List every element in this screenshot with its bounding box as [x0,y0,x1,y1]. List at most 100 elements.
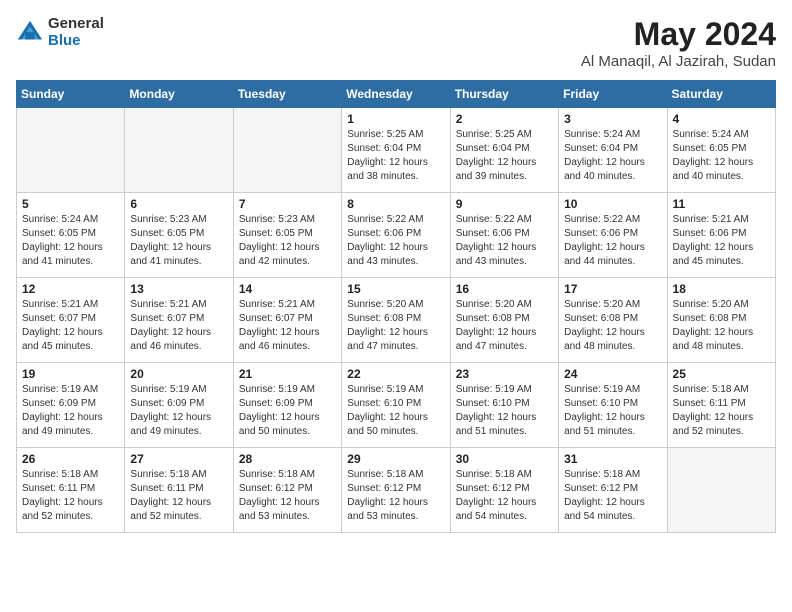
day-number: 24 [564,367,661,381]
calendar-cell [233,108,341,193]
day-info: Sunrise: 5:18 AMSunset: 6:12 PMDaylight:… [564,468,661,524]
day-info: Sunrise: 5:21 AMSunset: 6:07 PMDaylight:… [130,298,227,354]
calendar-cell: 19 Sunrise: 5:19 AMSunset: 6:09 PMDayligh… [17,363,125,448]
logo-icon [16,19,44,47]
day-number: 26 [22,452,119,466]
week-row-2: 5Sunrise: 5:24 AMSunset: 6:05 PMDaylight… [17,193,776,278]
calendar-cell: 7 Sunrise: 5:23 AMSunset: 6:05 PMDaylight… [233,193,341,278]
day-number: 12 [22,282,119,296]
day-number: 21 [239,367,336,381]
page-header: General Blue May 2024 Al Manaqil, Al Jaz… [16,16,776,70]
day-info: Sunrise: 5:18 AMSunset: 6:12 PMDaylight:… [456,468,553,524]
day-info: Sunrise: 5:24 AMSunset: 6:05 PMDaylight:… [673,128,770,184]
calendar-cell: 27 Sunrise: 5:18 AMSunset: 6:11 PMDayligh… [125,448,233,533]
day-number: 18 [673,282,770,296]
calendar-cell: 28Sunrise: 5:18 AMSunset: 6:12 PMDayligh… [233,448,341,533]
calendar-cell: 12Sunrise: 5:21 AMSunset: 6:07 PMDayligh… [17,278,125,363]
calendar-cell: 17Sunrise: 5:20 AMSunset: 6:08 PMDayligh… [559,278,667,363]
calendar-cell: 20 Sunrise: 5:19 AMSunset: 6:09 PMDayligh… [125,363,233,448]
calendar-cell: 4 Sunrise: 5:24 AMSunset: 6:05 PMDaylight… [667,108,775,193]
day-info: Sunrise: 5:20 AMSunset: 6:08 PMDaylight:… [456,298,553,354]
day-number: 9 [456,197,553,211]
day-info: Sunrise: 5:18 AMSunset: 6:11 PMDaylight:… [130,468,227,524]
day-info: Sunrise: 5:18 AMSunset: 6:12 PMDaylight:… [347,468,444,524]
calendar-cell: 22 Sunrise: 5:19 AMSunset: 6:10 PMDayligh… [342,363,450,448]
day-number: 25 [673,367,770,381]
week-row-5: 26 Sunrise: 5:18 AMSunset: 6:11 PMDayligh… [17,448,776,533]
calendar-cell: 24 Sunrise: 5:19 AMSunset: 6:10 PMDayligh… [559,363,667,448]
day-header-wednesday: Wednesday [342,81,450,108]
day-header-thursday: Thursday [450,81,558,108]
calendar-cell: 30 Sunrise: 5:18 AMSunset: 6:12 PMDayligh… [450,448,558,533]
day-number: 1 [347,112,444,126]
day-number: 27 [130,452,227,466]
calendar-cell: 9 Sunrise: 5:22 AMSunset: 6:06 PMDaylight… [450,193,558,278]
day-info: Sunrise: 5:25 AMSunset: 6:04 PMDaylight:… [347,128,444,184]
week-row-3: 12 Sunrise: 5:21 AMSunset: 6:07 PMDayligh… [17,278,776,363]
day-number: 19 [22,367,119,381]
day-info: Sunrise: 5:23 AMSunset: 6:05 PMDaylight:… [130,213,227,269]
day-number: 29 [347,452,444,466]
day-header-monday: Monday [125,81,233,108]
day-info: Sunrise: 5:22 AMSunset: 6:06 PMDaylight:… [456,213,553,269]
day-info: Sunrise: 5:19 AMSunset: 6:09 PMDaylight:… [239,383,336,439]
calendar-cell: 14Sunrise: 5:21 AMSunset: 6:07 PMDayligh… [233,278,341,363]
day-number: 31 [564,452,661,466]
day-info: Sunrise: 5:25 AMSunset: 6:04 PMDaylight:… [456,128,553,184]
calendar-cell [125,108,233,193]
calendar-cell: 18Sunrise: 5:20 AMSunset: 6:08 PMDayligh… [667,278,775,363]
calendar-cell: 15 Sunrise: 5:20 AMSunset: 6:08 PMDayligh… [342,278,450,363]
day-info: Sunrise: 5:19 AMSunset: 6:10 PMDaylight:… [564,383,661,439]
day-number: 11 [673,197,770,211]
day-number: 15 [347,282,444,296]
day-number: 7 [239,197,336,211]
calendar-cell: 21 Sunrise: 5:19 AMSunset: 6:09 PMDayligh… [233,363,341,448]
day-number: 13 [130,282,227,296]
day-number: 2 [456,112,553,126]
day-info: Sunrise: 5:23 AMSunset: 6:05 PMDaylight:… [239,213,336,269]
day-info: Sunrise: 5:18 AMSunset: 6:11 PMDaylight:… [22,468,119,524]
day-info: Sunrise: 5:20 AMSunset: 6:08 PMDaylight:… [347,298,444,354]
day-number: 16 [456,282,553,296]
day-number: 14 [239,282,336,296]
day-info: Sunrise: 5:21 AMSunset: 6:06 PMDaylight:… [673,213,770,269]
day-info: Sunrise: 5:19 AMSunset: 6:10 PMDaylight:… [347,383,444,439]
day-number: 30 [456,452,553,466]
day-number: 23 [456,367,553,381]
calendar-cell: 31 Sunrise: 5:18 AMSunset: 6:12 PMDayligh… [559,448,667,533]
day-number: 6 [130,197,227,211]
title-block: May 2024 Al Manaqil, Al Jazirah, Sudan [581,16,776,70]
calendar-cell: 11 Sunrise: 5:21 AMSunset: 6:06 PMDayligh… [667,193,775,278]
calendar-cell: 26 Sunrise: 5:18 AMSunset: 6:11 PMDayligh… [17,448,125,533]
week-row-1: 1 Sunrise: 5:25 AMSunset: 6:04 PMDaylight… [17,108,776,193]
day-number: 10 [564,197,661,211]
calendar-cell: 13 Sunrise: 5:21 AMSunset: 6:07 PMDayligh… [125,278,233,363]
calendar-cell: 25 Sunrise: 5:18 AMSunset: 6:11 PMDayligh… [667,363,775,448]
day-info: Sunrise: 5:24 AMSunset: 6:04 PMDaylight:… [564,128,661,184]
day-number: 20 [130,367,227,381]
calendar-cell: 1 Sunrise: 5:25 AMSunset: 6:04 PMDaylight… [342,108,450,193]
calendar-cell: 29 Sunrise: 5:18 AMSunset: 6:12 PMDayligh… [342,448,450,533]
day-number: 4 [673,112,770,126]
calendar-cell: 10Sunrise: 5:22 AMSunset: 6:06 PMDayligh… [559,193,667,278]
day-info: Sunrise: 5:18 AMSunset: 6:11 PMDaylight:… [673,383,770,439]
day-header-friday: Friday [559,81,667,108]
day-info: Sunrise: 5:19 AMSunset: 6:09 PMDaylight:… [22,383,119,439]
day-header-sunday: Sunday [17,81,125,108]
calendar-cell [17,108,125,193]
calendar-location: Al Manaqil, Al Jazirah, Sudan [581,53,776,70]
day-info: Sunrise: 5:19 AMSunset: 6:09 PMDaylight:… [130,383,227,439]
calendar-cell: 23Sunrise: 5:19 AMSunset: 6:10 PMDayligh… [450,363,558,448]
day-number: 22 [347,367,444,381]
calendar-table: SundayMondayTuesdayWednesdayThursdayFrid… [16,80,776,533]
week-row-4: 19 Sunrise: 5:19 AMSunset: 6:09 PMDayligh… [17,363,776,448]
logo-general-text: General [48,16,104,33]
day-number: 5 [22,197,119,211]
calendar-cell [667,448,775,533]
day-header-saturday: Saturday [667,81,775,108]
logo-text: General Blue [48,16,104,49]
calendar-cell: 5Sunrise: 5:24 AMSunset: 6:05 PMDaylight… [17,193,125,278]
calendar-cell: 8Sunrise: 5:22 AMSunset: 6:06 PMDaylight… [342,193,450,278]
day-info: Sunrise: 5:22 AMSunset: 6:06 PMDaylight:… [347,213,444,269]
day-number: 3 [564,112,661,126]
